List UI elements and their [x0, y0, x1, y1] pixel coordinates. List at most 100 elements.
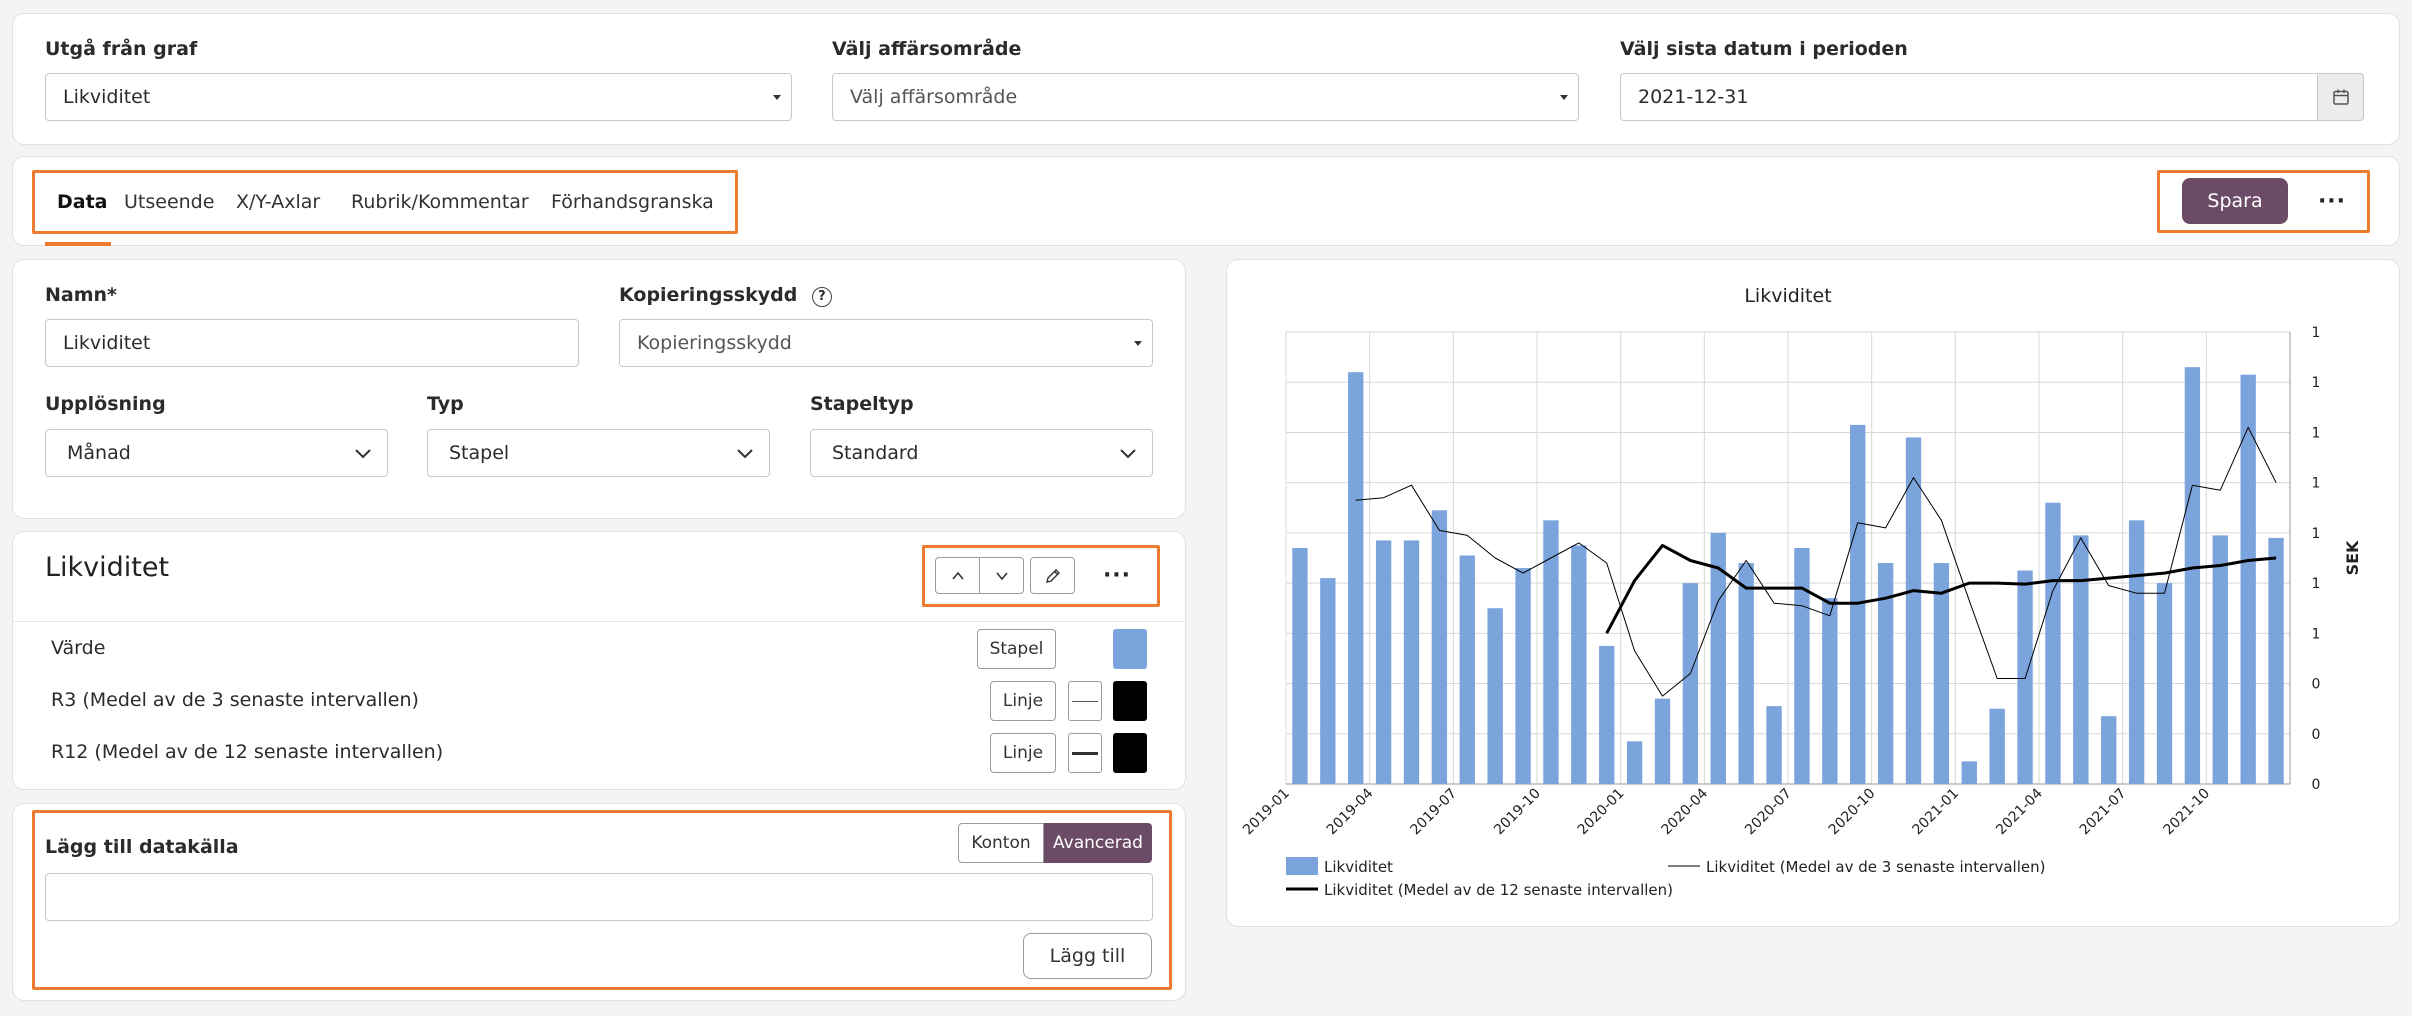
y-tick-label: 0 [2312, 777, 2321, 793]
line-style-button[interactable] [1068, 681, 1102, 721]
bar [1905, 437, 1922, 784]
copy-protection-value: Kopieringsskydd [637, 332, 792, 354]
series-color-swatch[interactable] [1113, 681, 1147, 721]
name-input-value: Likviditet [63, 332, 151, 354]
bar [1431, 510, 1448, 784]
form-card [12, 259, 1186, 519]
legend-label: Likviditet (Medel av de 12 senaste inter… [1324, 881, 1673, 899]
x-tick-label: 2019-07 [1407, 786, 1460, 839]
tab-utseende[interactable]: Utseende [124, 191, 214, 213]
series-type-button[interactable]: Linje [990, 681, 1056, 721]
bartype-select[interactable]: Standard [810, 429, 1153, 477]
bar [1989, 708, 2005, 784]
thick-line-icon [1072, 752, 1098, 755]
name-input[interactable]: Likviditet [45, 319, 579, 367]
date-input[interactable]: 2021-12-31 [1620, 73, 2319, 121]
thin-line-icon [1072, 701, 1098, 702]
bartype-label: Stapeltyp [810, 393, 914, 415]
series-type-button[interactable]: Stapel [977, 629, 1056, 669]
x-tick-label: 2019-04 [1324, 785, 1377, 838]
x-tick-label: 2021-01 [1909, 786, 1962, 839]
x-tick-label: 2021-04 [1993, 785, 2046, 838]
calendar-icon [2332, 89, 2349, 105]
move-down-button[interactable] [979, 557, 1024, 594]
series-type-button[interactable]: Linje [990, 733, 1056, 773]
legend-label: Likviditet [1324, 858, 1393, 876]
series-color-swatch[interactable] [1113, 733, 1147, 773]
bar [2128, 520, 2145, 784]
calendar-button[interactable] [2317, 73, 2364, 121]
caret-down-icon [773, 95, 781, 100]
name-label: Namn* [45, 284, 117, 306]
line-style-button[interactable] [1068, 733, 1102, 773]
series-row-label: Värde [51, 637, 106, 659]
tab-axlar[interactable]: X/Y-Axlar [236, 191, 320, 213]
bar [2268, 537, 2284, 784]
bar [1375, 540, 1392, 784]
y-tick-label: 1 [2312, 476, 2321, 492]
tab-data[interactable]: Data [57, 191, 108, 213]
x-tick-label: 2020-07 [1742, 786, 1795, 839]
bar [2212, 535, 2228, 784]
y-axis-label: SEK [2343, 540, 2362, 575]
datasource-title: Lägg till datakälla [45, 836, 239, 858]
resolution-label: Upplösning [45, 393, 166, 415]
date-label: Välj sista datum i perioden [1620, 38, 1908, 60]
series-color-swatch[interactable] [1113, 629, 1147, 669]
area-select[interactable]: Välj affärsområde [832, 73, 1579, 121]
copy-protection-select[interactable]: Kopieringsskydd [619, 319, 1153, 367]
area-select-value: Välj affärsområde [850, 86, 1018, 108]
graph-select[interactable]: Likviditet [45, 73, 792, 121]
bartype-value: Standard [832, 442, 919, 464]
more-menu-button[interactable]: ··· [2312, 186, 2352, 216]
bar [1822, 598, 1838, 784]
area-label: Välj affärsområde [832, 38, 1022, 60]
help-icon[interactable]: ? [811, 287, 832, 307]
bar [1933, 563, 1950, 784]
y-tick-label: 1 [2312, 375, 2321, 391]
bar [1961, 761, 1977, 784]
series-row-label: R12 (Medel av de 12 senaste intervallen) [51, 741, 444, 763]
y-tick-label: 0 [2312, 677, 2321, 693]
bar [2184, 367, 2201, 784]
mode-accounts-button[interactable]: Konton [958, 823, 1044, 863]
type-select[interactable]: Stapel [427, 429, 770, 477]
add-datasource-button[interactable]: Lägg till [1023, 933, 1152, 979]
copy-protection-label: Kopieringsskydd ? [619, 284, 832, 307]
date-value: 2021-12-31 [1638, 86, 1749, 108]
type-value: Stapel [449, 442, 510, 464]
move-up-button[interactable] [935, 557, 980, 594]
resolution-select[interactable]: Månad [45, 429, 388, 477]
x-tick-label: 2019-01 [1240, 786, 1293, 839]
chart-svg: Likviditet 0 0 0 1 1 1 1 1 1 1 SEK 2019-01 2019-04 201… [1240, 285, 2362, 899]
chevron-down-icon [737, 449, 753, 459]
y-tick-label: 1 [2312, 325, 2321, 341]
bar [1654, 698, 1671, 784]
bar [1599, 645, 1615, 784]
bar [2045, 502, 2061, 784]
y-tick-label: 1 [2312, 576, 2321, 592]
y-tick-label: 1 [2312, 526, 2321, 542]
tab-forhandsgranska[interactable]: Förhandsgranska [551, 191, 714, 213]
y-tick-label: 1 [2312, 626, 2321, 642]
edit-button[interactable] [1030, 557, 1075, 594]
tab-rubrik[interactable]: Rubrik/Kommentar [351, 191, 529, 213]
active-tab-indicator [45, 242, 111, 246]
series-more-button[interactable]: ··· [1097, 560, 1137, 590]
x-tick-label: 2020-04 [1658, 785, 1711, 838]
x-tick-label: 2021-07 [2077, 786, 2130, 839]
mode-advanced-button[interactable]: Avancerad [1044, 823, 1152, 863]
graph-label: Utgå från graf [45, 38, 198, 60]
bar [2073, 535, 2089, 784]
copy-protection-label-text: Kopieringsskydd [619, 284, 798, 306]
datasource-input[interactable] [45, 873, 1153, 921]
bar [1320, 578, 1336, 784]
save-button[interactable]: Spara [2182, 178, 2288, 224]
bar [1766, 706, 1782, 784]
bar [2156, 583, 2173, 784]
series-title: Likviditet [45, 552, 170, 583]
chevron-down-icon [1120, 449, 1136, 459]
chevron-down-icon [355, 449, 371, 459]
x-tick-label: 2020-10 [1826, 786, 1879, 839]
graph-select-value: Likviditet [63, 86, 151, 108]
